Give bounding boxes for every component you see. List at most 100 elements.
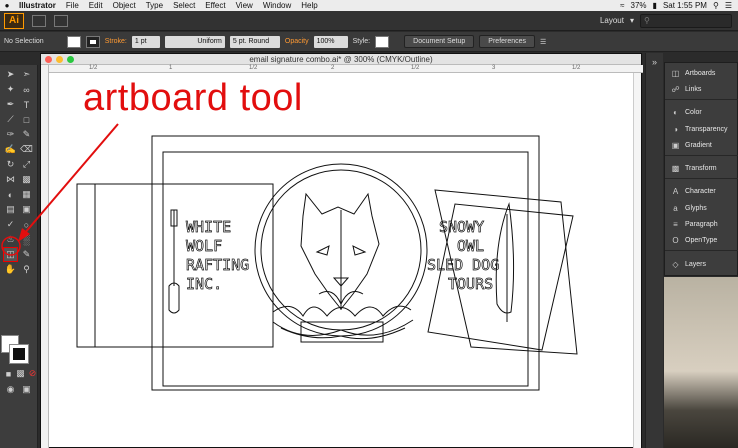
notification-icon[interactable]: ☰ — [725, 1, 732, 10]
panel-label: OpenType — [685, 237, 718, 244]
rectangle-tool-icon[interactable]: □ — [20, 113, 33, 126]
document-setup-button[interactable]: Document Setup — [404, 35, 475, 48]
menu-window[interactable]: Window — [258, 0, 296, 11]
panel-dock: » — [645, 53, 663, 448]
transform-icon: ▩ — [671, 164, 680, 173]
menu-select[interactable]: Select — [168, 0, 200, 11]
fill-swatch[interactable] — [66, 35, 81, 48]
artboard-tool-icon[interactable]: ◫ — [3, 247, 18, 262]
chevron-down-icon[interactable]: ▾ — [630, 16, 634, 25]
panel-divider — [665, 99, 738, 100]
clock[interactable]: Sat 1:55 PM — [663, 1, 707, 10]
column-graph-tool-icon[interactable]: ░ — [20, 233, 33, 246]
draw-mode-icon[interactable]: ◉ — [4, 383, 17, 396]
preferences-button[interactable]: Preferences — [479, 35, 536, 48]
panel-label: Artboards — [685, 70, 716, 77]
type-tool-icon[interactable]: T — [20, 98, 33, 111]
wifi-icon[interactable]: ≈ — [620, 1, 624, 10]
bridge-icon[interactable] — [32, 14, 46, 27]
stroke-label[interactable]: Stroke: — [105, 38, 127, 45]
apple-icon[interactable]: ● — [0, 1, 14, 10]
blend-tool-icon[interactable]: ○ — [20, 218, 33, 231]
paragraph-icon: ≡ — [673, 220, 678, 229]
lasso-tool-icon[interactable]: ∞ — [20, 83, 33, 96]
brush-definition[interactable]: 5 pt. Round — [229, 35, 280, 48]
zoom-tool-icon[interactable]: ⚲ — [20, 263, 33, 276]
screen-mode-icon[interactable]: ▣ — [20, 383, 33, 396]
direct-selection-tool-icon[interactable]: ➣ — [20, 68, 33, 81]
color-icon: ◐ — [673, 108, 678, 117]
opacity-field[interactable]: 100% — [313, 35, 348, 48]
menu-edit[interactable]: Edit — [84, 0, 108, 11]
panel-color[interactable]: ◐ Color — [665, 105, 738, 120]
panel-label: Character — [685, 188, 716, 195]
layers-icon: ◇ — [672, 260, 679, 269]
stroke-swatch[interactable] — [85, 35, 100, 48]
panel-glyphs[interactable]: a Glyphs — [665, 201, 738, 216]
slice-tool-icon[interactable]: ✎ — [20, 248, 33, 261]
workspace-switcher[interactable]: Layout — [600, 16, 624, 25]
menu-help[interactable]: Help — [296, 0, 322, 11]
eraser-tool-icon[interactable]: ⌫ — [20, 143, 33, 156]
panel-transform[interactable]: ▩ Transform — [665, 161, 738, 176]
panel-links[interactable]: ☍ Links — [665, 82, 738, 97]
hand-tool-icon[interactable]: ✋ — [4, 263, 17, 276]
left-text-line-4: INC. — [186, 275, 222, 293]
menu-type[interactable]: Type — [141, 0, 168, 11]
battery-text[interactable]: 37% — [631, 1, 647, 10]
battery-icon[interactable]: ▮ — [653, 1, 657, 10]
menu-object[interactable]: Object — [108, 0, 141, 11]
panel-character[interactable]: A Character — [665, 184, 738, 199]
artboards-icon: ◫ — [671, 69, 680, 78]
paintbrush-tool-icon[interactable]: ✑ — [4, 128, 17, 141]
panel-menu-icon[interactable]: ☰ — [540, 38, 546, 46]
style-label: Style: — [352, 38, 371, 45]
graphic-style-swatch[interactable] — [375, 35, 390, 48]
rotate-tool-icon[interactable]: ↻ — [4, 158, 17, 171]
panel-paragraph[interactable]: ≡ Paragraph — [665, 217, 738, 232]
annotation-label: artboard tool — [83, 77, 303, 119]
arrange-documents-icon[interactable] — [54, 14, 68, 27]
variable-width-profile[interactable]: Uniform — [164, 35, 225, 48]
left-text-line-3: RAFTING — [186, 256, 249, 274]
selection-tool-icon[interactable]: ➤ — [4, 68, 17, 81]
search-input[interactable]: ⚲ — [640, 13, 732, 28]
scale-tool-icon[interactable]: ⤢ — [20, 158, 33, 171]
pen-tool-icon[interactable]: ✒ — [4, 98, 17, 111]
links-icon: ☍ — [671, 85, 680, 94]
mesh-tool-icon[interactable]: ▤ — [4, 203, 17, 216]
width-tool-icon[interactable]: ⋈ — [4, 173, 17, 186]
collapse-panels-icon[interactable]: » — [648, 55, 661, 68]
line-tool-icon[interactable]: ⟋ — [4, 113, 17, 126]
magic-wand-tool-icon[interactable]: ✦ — [4, 83, 17, 96]
left-text-line-2: WOLF — [186, 237, 222, 255]
panel-label: Color — [685, 109, 702, 116]
free-transform-tool-icon[interactable]: ▩ — [20, 173, 33, 186]
gradient-tool-icon[interactable]: ▣ — [20, 203, 33, 216]
stroke-weight-field[interactable]: 1 pt — [131, 35, 160, 48]
shape-builder-tool-icon[interactable]: ◐ — [4, 188, 17, 201]
right-text-line-4: TOURS — [448, 275, 493, 293]
menu-app[interactable]: Illustrator — [14, 0, 61, 11]
menu-view[interactable]: View — [231, 0, 258, 11]
panel-gradient[interactable]: ▣ Gradient — [665, 138, 738, 153]
menu-effect[interactable]: Effect — [200, 0, 230, 11]
spotlight-icon[interactable]: ⚲ — [713, 1, 719, 10]
blob-brush-tool-icon[interactable]: ✍ — [4, 143, 17, 156]
transparency-icon: ◑ — [673, 125, 678, 134]
panel-transparency[interactable]: ◑ Transparency — [665, 122, 738, 137]
stroke-color-box[interactable] — [9, 344, 29, 364]
glyphs-icon: a — [673, 204, 678, 213]
eyedropper-tool-icon[interactable]: ✓ — [4, 218, 17, 231]
symbol-sprayer-tool-icon[interactable]: ♨ — [4, 233, 17, 246]
opacity-label[interactable]: Opacity — [285, 38, 309, 45]
panel-artboards[interactable]: ◫ Artboards — [665, 66, 738, 81]
pencil-tool-icon[interactable]: ✎ — [20, 128, 33, 141]
panel-layers[interactable]: ◇ Layers — [665, 257, 738, 272]
collapsed-panels: ◫ Artboards ☍ Links ◐ Color ◑ Transparency ▣… — [664, 62, 738, 276]
panel-opentype[interactable]: O OpenType — [665, 233, 738, 248]
desktop-background — [664, 277, 738, 448]
none-mode-icon[interactable]: ⊘ — [26, 367, 39, 380]
menu-file[interactable]: File — [61, 0, 84, 11]
perspective-grid-tool-icon[interactable]: ▦ — [20, 188, 33, 201]
